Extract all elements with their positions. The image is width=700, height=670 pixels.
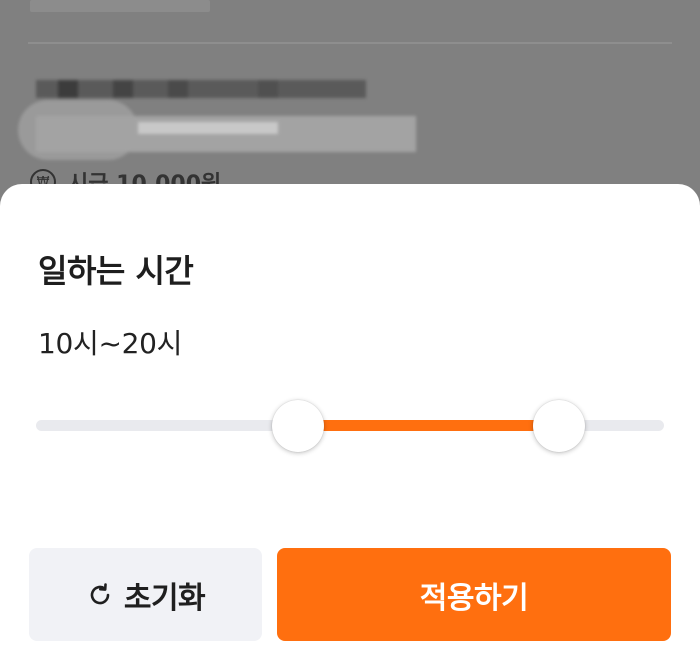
apply-button-label: 적용하기 [419,580,529,616]
slider-start-handle[interactable] [271,400,324,452]
slider-selected-range [297,420,560,431]
reset-button-label: 초기화 [123,580,206,616]
selected-time-range: 10시~20시 [38,327,183,360]
background-placeholder-bar [30,0,210,12]
refresh-icon [86,581,114,609]
time-range-slider[interactable] [36,400,664,452]
apply-button[interactable]: 적용하기 [277,548,671,641]
work-time-bottom-sheet: 일하는 시간 10시~20시 초기화 적용하기 [0,184,700,670]
slider-end-handle[interactable] [533,400,586,452]
blurred-content [18,70,416,162]
reset-button[interactable]: 초기화 [29,548,262,641]
background-divider [28,42,672,44]
sheet-title: 일하는 시간 [38,252,194,290]
